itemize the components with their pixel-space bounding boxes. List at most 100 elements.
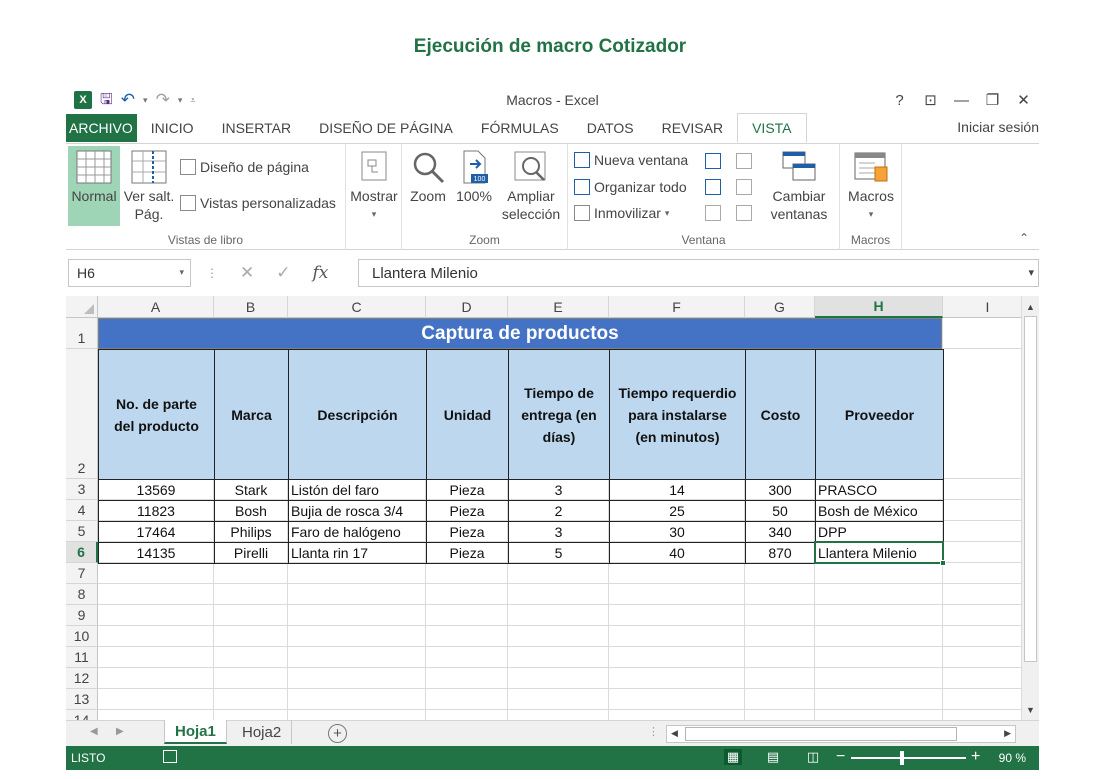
table-cell[interactable]: 50 <box>745 500 815 521</box>
zoom-level[interactable]: 90 % <box>999 751 1026 765</box>
sign-in-link[interactable]: Iniciar sesión <box>957 119 1039 135</box>
table-cell[interactable]: PRASCO <box>815 479 943 500</box>
scroll-left-icon[interactable]: ◀ <box>671 728 678 739</box>
column-header-f[interactable]: F <box>609 296 745 318</box>
worksheet-grid[interactable]: A B C D E F G H I 1 2 3 4 5 6 7 8 9 10 11 12 13 14 Captura de p… <box>66 296 1021 720</box>
row-header-1[interactable]: 1 <box>66 318 98 349</box>
table-cell[interactable]: 14135 <box>98 542 214 563</box>
cancel-icon[interactable]: ✕ <box>240 263 254 283</box>
row-header-9[interactable]: 9 <box>66 605 98 626</box>
fill-handle[interactable] <box>940 560 946 566</box>
zoom-in-icon[interactable]: + <box>971 748 980 766</box>
zoom-button[interactable]: Zoom <box>406 146 450 205</box>
table-cell[interactable]: 300 <box>745 479 815 500</box>
hide-icon[interactable] <box>705 179 721 195</box>
vertical-scroll-thumb[interactable] <box>1024 316 1037 662</box>
table-header-cell[interactable]: Proveedor <box>815 349 944 480</box>
split-icon[interactable] <box>705 153 721 169</box>
scroll-up-icon[interactable]: ▲ <box>1022 298 1039 315</box>
next-sheet-icon[interactable]: ▶ <box>116 726 124 737</box>
normal-view-status-icon[interactable]: ▦ <box>724 749 742 765</box>
prev-sheet-icon[interactable]: ◀ <box>90 726 98 737</box>
table-header-cell[interactable]: Unidad <box>426 349 509 480</box>
row-header-14[interactable]: 14 <box>66 710 98 720</box>
column-header-b[interactable]: B <box>214 296 288 318</box>
table-cell[interactable]: Pieza <box>426 542 508 563</box>
sheet-tab-hoja2[interactable]: Hoja2 <box>232 720 293 744</box>
freeze-panes-button[interactable]: Inmovilizar ▾ <box>574 203 669 223</box>
add-sheet-icon[interactable]: + <box>328 724 347 743</box>
zoom-slider-thumb[interactable] <box>900 751 904 765</box>
page-layout-status-icon[interactable]: ▤ <box>764 749 782 765</box>
table-header-cell[interactable]: Tiempo requerdio para instalarse (en min… <box>609 349 746 480</box>
sync-scroll-icon[interactable] <box>736 179 752 195</box>
table-cell[interactable]: 25 <box>609 500 745 521</box>
scroll-right-icon[interactable]: ▶ <box>1004 728 1011 739</box>
arrange-all-button[interactable]: Organizar todo <box>574 177 687 197</box>
switch-windows-button[interactable]: Cambiar ventanas <box>764 146 834 223</box>
ribbon-display-icon[interactable]: ⊡ <box>915 89 946 111</box>
column-header-i[interactable]: I <box>943 296 1021 318</box>
tab-revisar[interactable]: REVISAR <box>648 114 737 142</box>
column-header-d[interactable]: D <box>426 296 508 318</box>
zoom-100-button[interactable]: 100 100% <box>452 146 496 205</box>
table-cell[interactable]: 13569 <box>98 479 214 500</box>
row-header-6[interactable]: 6 <box>66 542 98 563</box>
select-all-corner[interactable] <box>66 296 98 318</box>
row-header-7[interactable]: 7 <box>66 563 98 584</box>
zoom-selection-button[interactable]: Ampliar selección <box>498 146 564 223</box>
table-cell[interactable]: 3 <box>508 521 609 542</box>
column-header-a[interactable]: A <box>98 296 214 318</box>
row-header-4[interactable]: 4 <box>66 500 98 521</box>
tab-insertar[interactable]: INSERTAR <box>208 114 306 142</box>
column-header-c[interactable]: C <box>288 296 426 318</box>
show-button[interactable]: Mostrar ▾ <box>348 146 400 223</box>
table-cell[interactable]: Pieza <box>426 479 508 500</box>
row-header-12[interactable]: 12 <box>66 668 98 689</box>
table-cell[interactable]: Pieza <box>426 500 508 521</box>
tab-datos[interactable]: DATOS <box>573 114 648 142</box>
table-cell[interactable]: 5 <box>508 542 609 563</box>
table-cell[interactable]: 14 <box>609 479 745 500</box>
collapse-ribbon-icon[interactable]: ⌃ <box>1019 231 1029 245</box>
new-window-button[interactable]: Nueva ventana <box>574 150 688 170</box>
formula-input[interactable]: Llantera Milenio ▾ <box>358 259 1039 287</box>
row-header-2[interactable]: 2 <box>66 349 98 479</box>
tab-splitter-icon[interactable]: ⋮ <box>648 725 659 738</box>
table-cell[interactable]: Llanta rin 17 <box>288 542 426 563</box>
tab-vista[interactable]: VISTA <box>737 113 807 143</box>
scroll-down-icon[interactable]: ▼ <box>1022 701 1039 718</box>
enter-icon[interactable]: ✓ <box>276 263 290 283</box>
table-header-cell[interactable]: Marca <box>214 349 289 480</box>
macro-record-icon[interactable] <box>163 750 177 763</box>
view-side-by-side-icon[interactable] <box>736 153 752 169</box>
sheet-tab-hoja1[interactable]: Hoja1 <box>164 720 227 744</box>
unhide-icon[interactable] <box>705 205 721 221</box>
table-cell[interactable]: Bosh de México <box>815 500 943 521</box>
table-cell[interactable]: 3 <box>508 479 609 500</box>
minimize-icon[interactable]: — <box>946 89 977 111</box>
macros-button[interactable]: Macros ▾ <box>844 146 898 223</box>
tab-diseno-pagina[interactable]: DISEÑO DE PÁGINA <box>305 114 467 142</box>
name-box-dropdown-icon[interactable]: ▾ <box>179 267 184 278</box>
table-header-cell[interactable]: Descripción <box>288 349 427 480</box>
row-header-10[interactable]: 10 <box>66 626 98 647</box>
table-cell[interactable]: 2 <box>508 500 609 521</box>
table-cell[interactable]: 11823 <box>98 500 214 521</box>
zoom-slider[interactable] <box>851 757 966 759</box>
insert-function-icon[interactable]: fx <box>313 263 329 283</box>
column-header-g[interactable]: G <box>745 296 815 318</box>
table-cell[interactable]: Faro de halógeno <box>288 521 426 542</box>
column-header-e[interactable]: E <box>508 296 609 318</box>
row-header-11[interactable]: 11 <box>66 647 98 668</box>
table-cell[interactable]: Bosh <box>214 500 288 521</box>
table-header-cell[interactable]: No. de parte del producto <box>98 349 215 480</box>
table-header-cell[interactable]: Tiempo de entrega (en días) <box>508 349 610 480</box>
restore-icon[interactable]: ❐ <box>977 89 1008 111</box>
table-title[interactable]: Captura de productos <box>98 318 942 349</box>
normal-view-button[interactable]: Normal <box>68 146 120 226</box>
table-cell[interactable]: 30 <box>609 521 745 542</box>
row-header-5[interactable]: 5 <box>66 521 98 542</box>
expand-formula-icon[interactable]: ▾ <box>1028 266 1034 279</box>
tab-inicio[interactable]: INICIO <box>137 114 208 142</box>
